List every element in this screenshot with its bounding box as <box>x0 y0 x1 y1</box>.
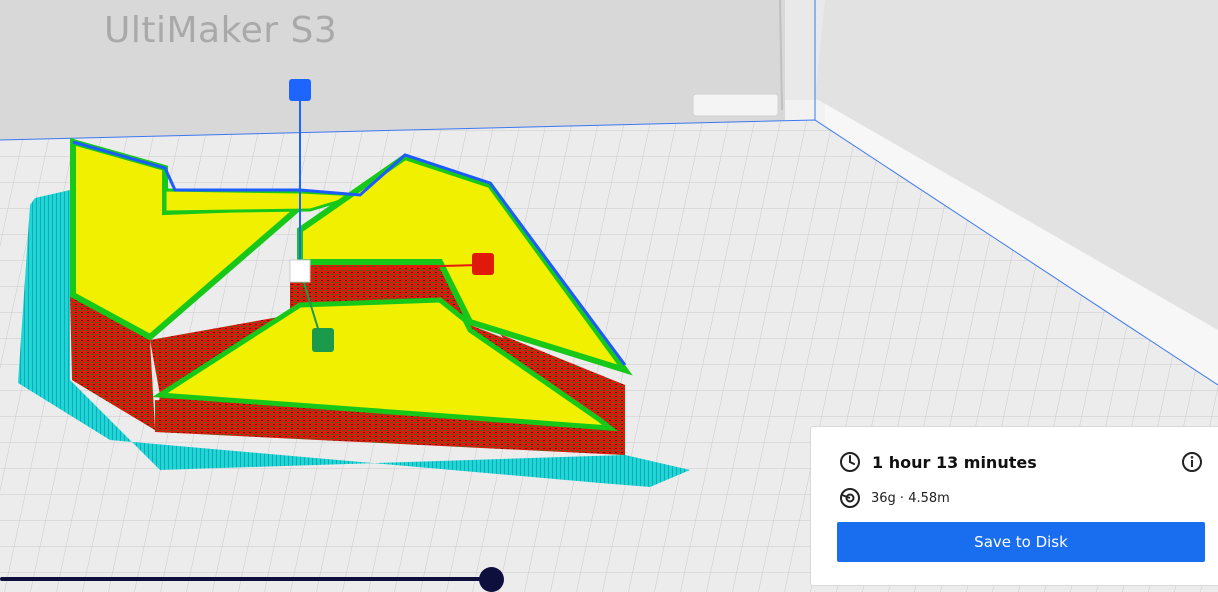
nozzle-wipe-clip <box>692 93 779 117</box>
gizmo-x-handle[interactable] <box>472 253 494 275</box>
print-info-panel: 1 hour 13 minutes 36g · 4.58m Save to Di… <box>810 426 1218 586</box>
printer-name-label: UltiMaker S3 <box>104 10 338 51</box>
print-time-row: 1 hour 13 minutes <box>839 451 1037 473</box>
save-to-disk-button[interactable]: Save to Disk <box>837 522 1205 562</box>
gizmo-center-handle[interactable] <box>289 259 311 283</box>
3d-viewport[interactable]: UltiMaker S3 1 hour 13 minutes 36g · 4.5… <box>0 0 1218 592</box>
filament-spool-icon <box>840 488 860 508</box>
info-icon[interactable] <box>1181 451 1203 473</box>
material-usage: 36g · 4.58m <box>871 490 950 506</box>
layer-slider-track[interactable] <box>0 577 492 581</box>
print-time: 1 hour 13 minutes <box>872 452 1037 472</box>
gizmo-z-handle[interactable] <box>289 79 311 101</box>
clock-icon <box>840 452 860 472</box>
gizmo-y-handle[interactable] <box>312 328 334 352</box>
material-usage-row: 36g · 4.58m <box>839 487 950 509</box>
layer-slider-handle[interactable] <box>479 567 504 592</box>
